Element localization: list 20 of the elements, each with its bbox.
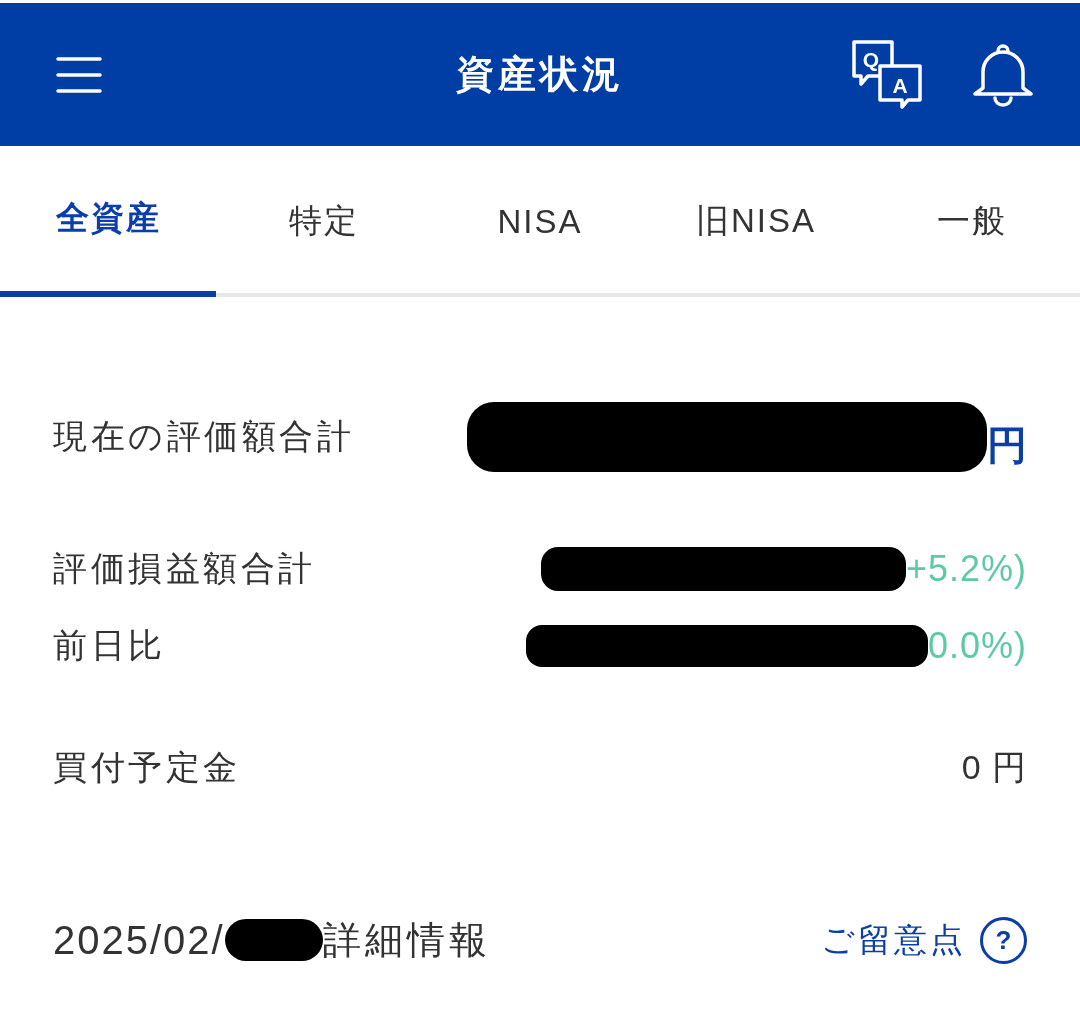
summary-value: 0 円 xyxy=(961,746,1027,788)
help-icon[interactable]: ? xyxy=(980,916,1027,964)
summary-label: 買付予定金 xyxy=(53,746,241,788)
tab[interactable]: 全資産 xyxy=(0,146,216,297)
notes-link[interactable]: ご留意点 ? xyxy=(821,916,1027,964)
summary-label: 評価損益額合計 xyxy=(53,547,316,589)
page-title: 資産状況 xyxy=(456,52,624,97)
summary-value: 0.0%) xyxy=(927,624,1027,667)
bell-icon[interactable] xyxy=(972,42,1034,107)
menu-icon[interactable] xyxy=(56,56,102,93)
tab[interactable]: 一般 xyxy=(864,150,1080,297)
summary-label: 前日比 xyxy=(53,624,166,666)
date-text: 2025/02/ xyxy=(53,917,225,963)
summary-label: 現在の評価額合計 xyxy=(53,416,354,457)
tab[interactable]: NISA xyxy=(432,150,648,297)
details-title: 詳細情報 xyxy=(322,917,491,963)
tab[interactable]: 旧NISA xyxy=(648,150,864,297)
summary-value: +5.2%) xyxy=(905,547,1027,590)
tab[interactable]: 特定 xyxy=(216,150,432,297)
summary-value: 円 xyxy=(987,421,1027,469)
